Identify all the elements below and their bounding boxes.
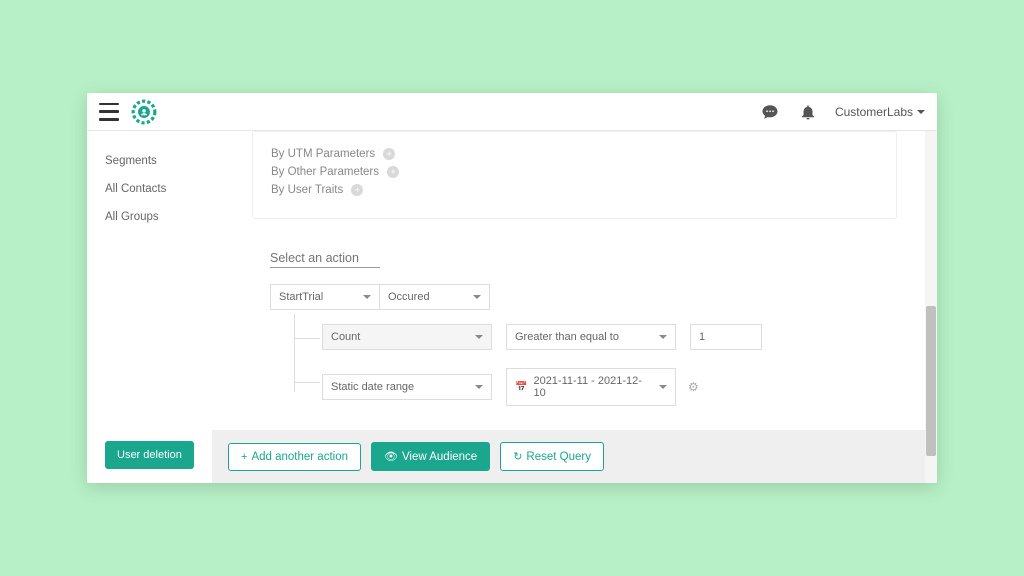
condition-count-row: Count Greater than equal to: [322, 324, 897, 350]
scrollbar-thumb[interactable]: [926, 306, 936, 456]
plus-circle-icon: +: [387, 166, 399, 178]
user-label: CustomerLabs: [835, 105, 913, 119]
user-menu[interactable]: CustomerLabs: [835, 105, 925, 119]
sidebar-item-segments[interactable]: Segments: [105, 155, 212, 167]
plus-circle-icon: +: [383, 148, 395, 160]
plus-circle-icon: +: [351, 184, 363, 196]
metric-value: Count: [331, 331, 360, 343]
comparator-select[interactable]: Greater than equal to: [506, 324, 676, 350]
header-bar: CustomerLabs: [87, 93, 937, 131]
event-value: StartTrial: [279, 291, 323, 303]
user-deletion-button[interactable]: User deletion: [105, 441, 194, 469]
hamburger-menu-icon[interactable]: [99, 103, 119, 121]
filter-label: By UTM Parameters: [271, 148, 375, 160]
count-value-input[interactable]: [690, 324, 762, 350]
calendar-icon: 📅: [515, 382, 527, 393]
content-scroll[interactable]: By UTM Parameters + By Other Parameters …: [212, 131, 937, 430]
gear-icon[interactable]: ⚙: [688, 380, 699, 394]
comparator-value: Greater than equal to: [515, 331, 619, 343]
nested-conditions: Count Greater than equal to: [294, 324, 897, 406]
plus-icon: +: [241, 451, 247, 463]
chevron-down-icon: [475, 385, 483, 389]
main-content: By UTM Parameters + By Other Parameters …: [212, 131, 937, 483]
date-range-value: 2021-11-11 - 2021-12-10: [533, 375, 653, 399]
sidebar-item-all-groups[interactable]: All Groups: [105, 211, 212, 223]
state-value: Occured: [388, 291, 430, 303]
filter-utm-parameters[interactable]: By UTM Parameters +: [271, 148, 878, 160]
footer-bar: + Add another action 👁 View Audience ↻ R…: [212, 430, 937, 483]
btn-label: Reset Query: [526, 451, 591, 463]
action-row-1: StartTrial Occured: [270, 284, 897, 310]
btn-label: Add another action: [251, 451, 348, 463]
add-another-action-button[interactable]: + Add another action: [228, 443, 361, 471]
caret-down-icon: [917, 110, 925, 114]
body: Segments All Contacts All Groups By UTM …: [87, 131, 937, 483]
date-mode-value: Static date range: [331, 381, 414, 393]
action-block: StartTrial Occured Count: [252, 249, 897, 406]
metric-select[interactable]: Count: [322, 324, 492, 350]
action-search-input[interactable]: [270, 249, 380, 268]
bell-icon[interactable]: [799, 103, 817, 121]
date-mode-select[interactable]: Static date range: [322, 374, 492, 400]
filter-label: By Other Parameters: [271, 166, 379, 178]
condition-date-row: Static date range 📅 2021-11-11 - 2021-12…: [322, 368, 897, 406]
sidebar-item-all-contacts[interactable]: All Contacts: [105, 183, 212, 195]
chat-icon[interactable]: [761, 103, 779, 121]
scrollbar[interactable]: [925, 131, 937, 483]
filter-label: By User Traits: [271, 184, 343, 196]
event-select[interactable]: StartTrial: [270, 284, 380, 310]
chevron-down-icon: [473, 295, 481, 299]
state-select[interactable]: Occured: [380, 284, 490, 310]
chevron-down-icon: [659, 385, 667, 389]
chevron-down-icon: [363, 295, 371, 299]
chevron-down-icon: [475, 335, 483, 339]
sidebar: Segments All Contacts All Groups: [87, 131, 212, 483]
app-window: CustomerLabs Segments All Contacts All G…: [87, 93, 937, 483]
reset-query-button[interactable]: ↻ Reset Query: [500, 442, 604, 471]
date-range-select[interactable]: 📅 2021-11-11 - 2021-12-10: [506, 368, 676, 406]
logo-gear-icon: [131, 99, 157, 125]
eye-icon: 👁: [384, 450, 398, 463]
filter-other-parameters[interactable]: By Other Parameters +: [271, 166, 878, 178]
refresh-icon: ↻: [513, 450, 522, 463]
btn-label: View Audience: [402, 451, 477, 463]
filter-user-traits[interactable]: By User Traits +: [271, 184, 878, 196]
chevron-down-icon: [659, 335, 667, 339]
view-audience-button[interactable]: 👁 View Audience: [371, 442, 490, 471]
filters-panel: By UTM Parameters + By Other Parameters …: [252, 131, 897, 219]
